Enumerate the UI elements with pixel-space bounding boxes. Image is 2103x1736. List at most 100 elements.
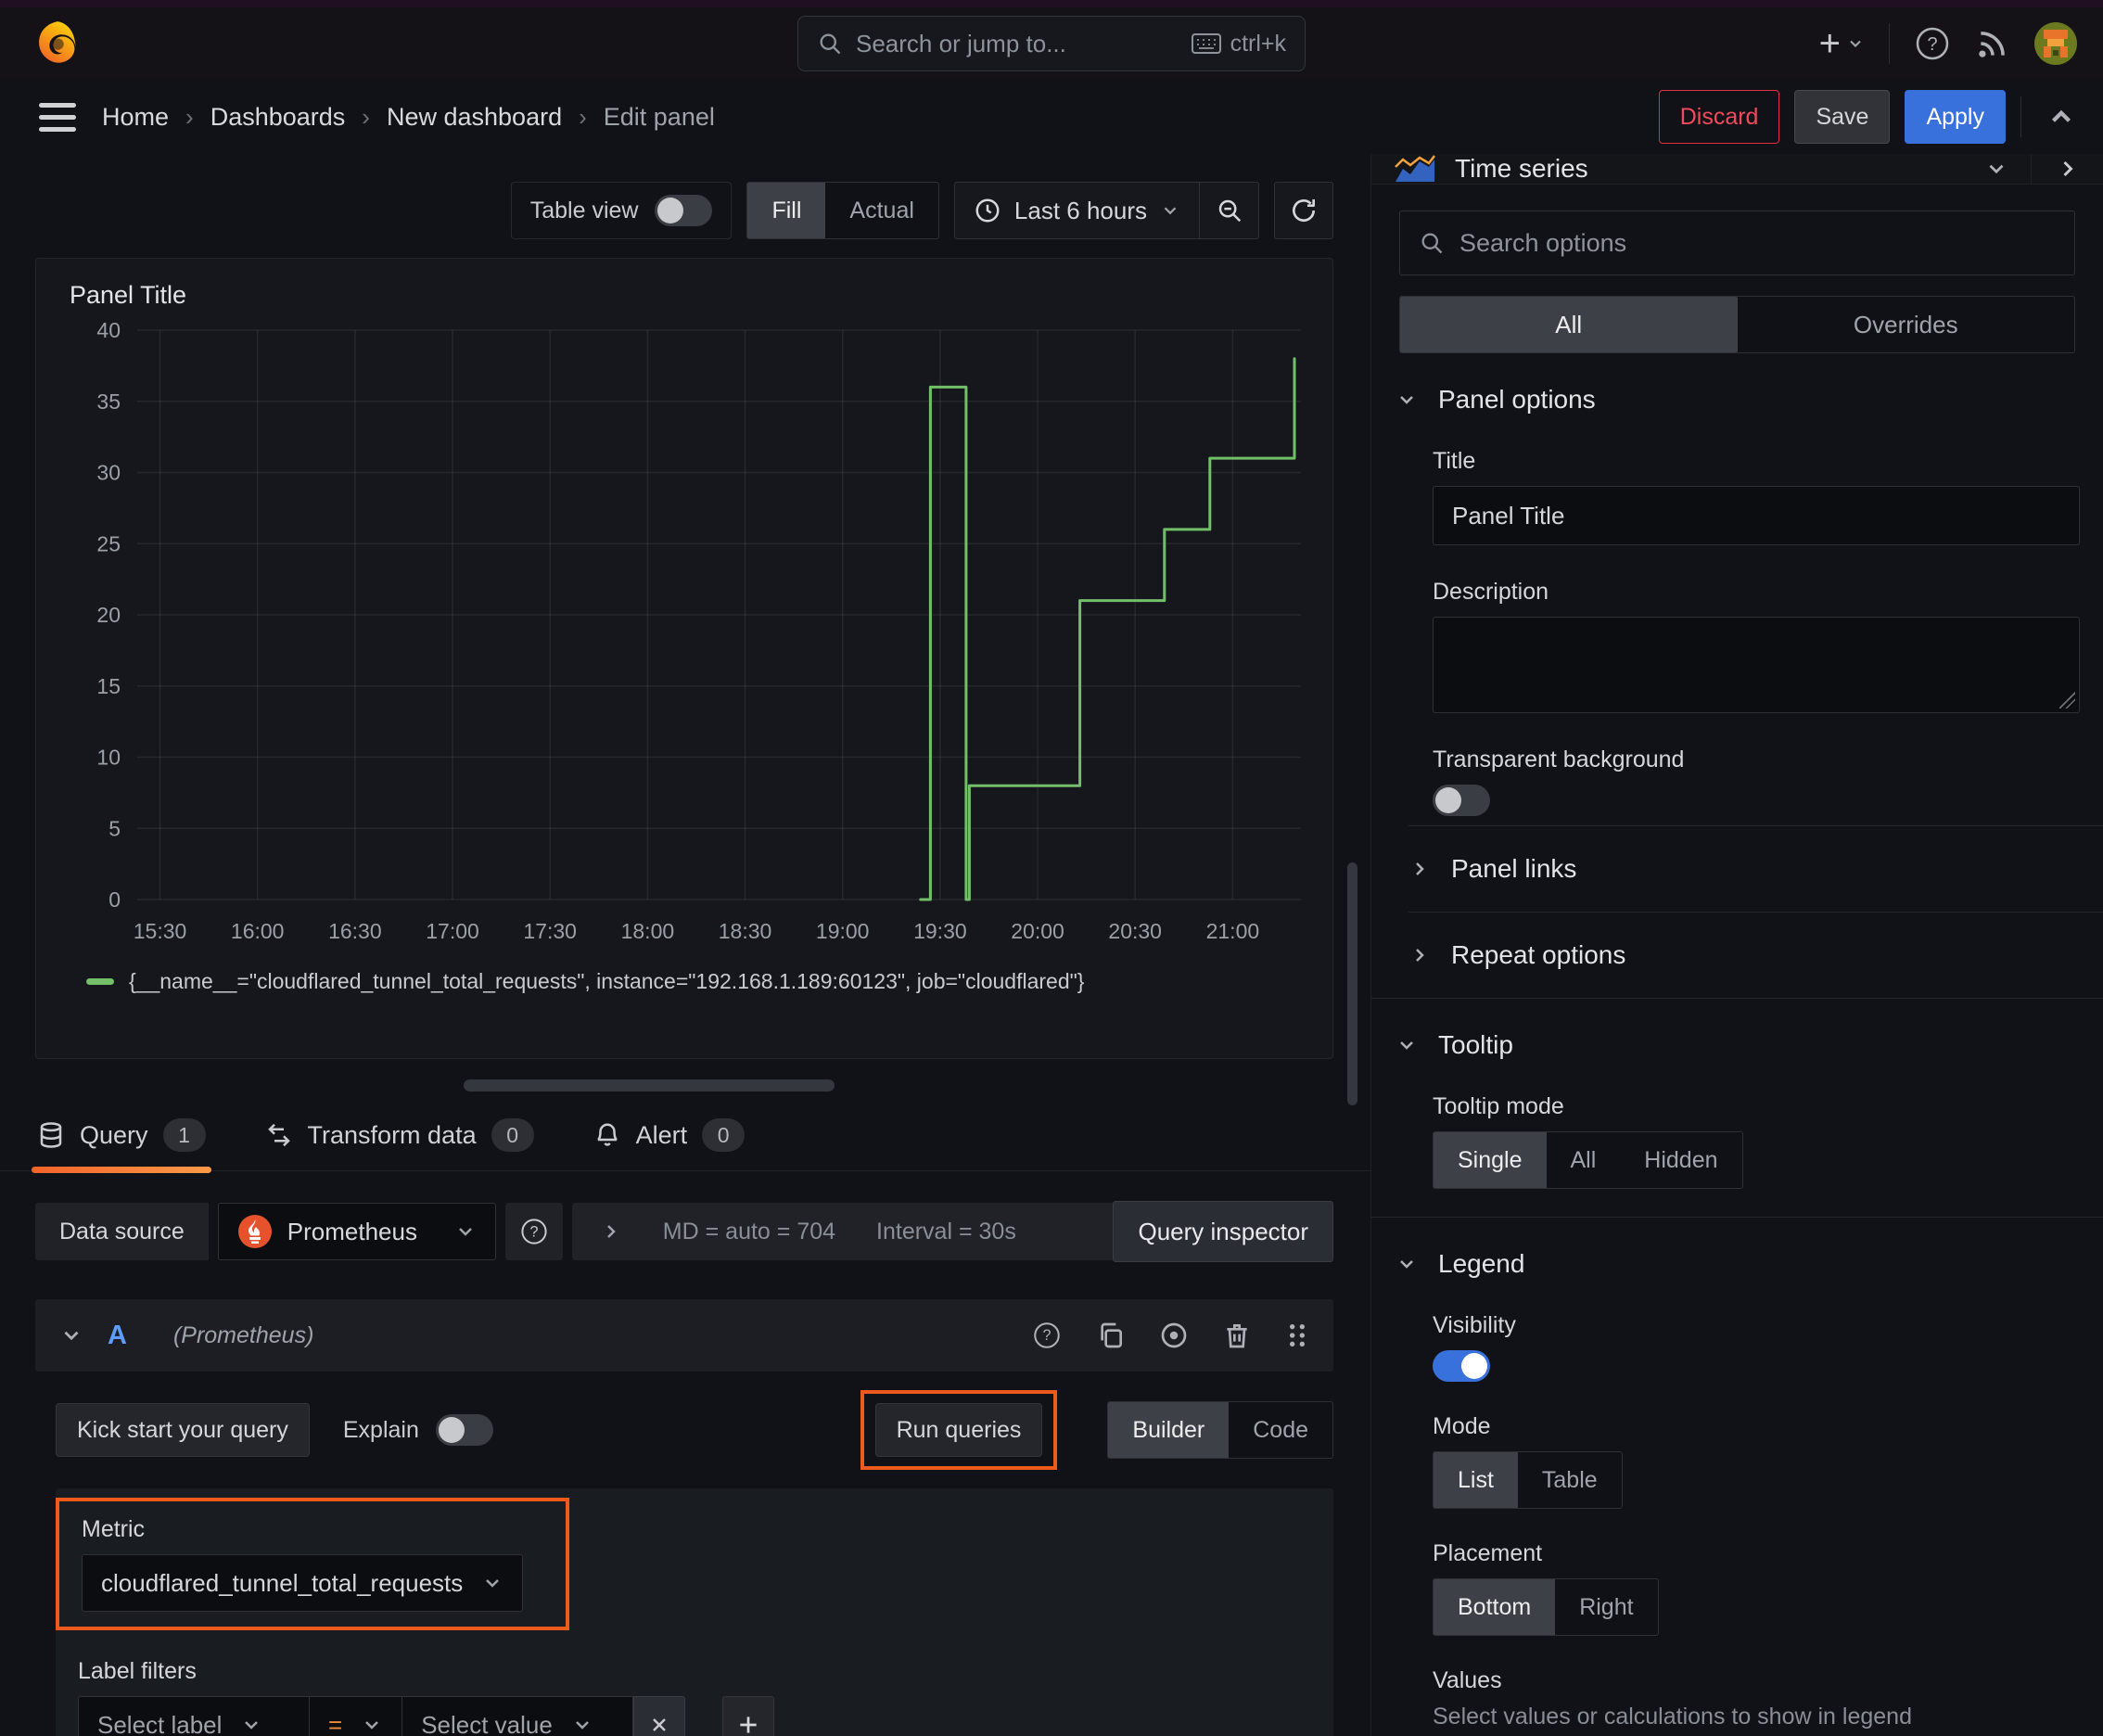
kick-start-query-button[interactable]: Kick start your query: [56, 1403, 310, 1457]
tooltip-section: Tooltip Tooltip mode Single All Hidden: [1371, 998, 2103, 1218]
svg-text:15:30: 15:30: [134, 919, 187, 943]
actual-option[interactable]: Actual: [825, 183, 937, 238]
legend-series-swatch: [86, 978, 114, 985]
legend-section-header[interactable]: Legend: [1396, 1249, 2103, 1279]
builder-option[interactable]: Builder: [1108, 1402, 1230, 1458]
clock-icon: [975, 198, 1000, 223]
chart-canvas[interactable]: 0 5 10 15 20 25 30 35 40 15:30 16:00 16:30 17:00 17:3…: [49, 313, 1312, 955]
breadcrumb-new-dashboard[interactable]: New dashboard: [387, 103, 562, 132]
user-avatar[interactable]: [2034, 22, 2077, 65]
operator-dropdown[interactable]: =: [310, 1696, 402, 1736]
help-icon[interactable]: ?: [1914, 25, 1951, 62]
explain-control: Explain: [343, 1414, 493, 1446]
breadcrumb-bar: Home › Dashboards › New dashboard › Edit…: [0, 80, 2103, 154]
svg-text:16:00: 16:00: [231, 919, 285, 943]
breadcrumb-separator: ›: [579, 102, 587, 131]
datasource-help-button[interactable]: ?: [504, 1203, 563, 1260]
time-range-label: Last 6 hours: [1013, 196, 1147, 224]
tooltip-mode-hidden[interactable]: Hidden: [1620, 1132, 1741, 1188]
svg-text:19:30: 19:30: [913, 919, 967, 943]
svg-text:35: 35: [96, 389, 121, 414]
tooltip-section-header[interactable]: Tooltip: [1396, 1030, 2103, 1060]
grafana-logo[interactable]: [33, 19, 82, 68]
chevron-down-icon: [486, 1579, 500, 1588]
repeat-options-section-header[interactable]: Repeat options: [1408, 913, 2103, 998]
breadcrumb-home[interactable]: Home: [102, 103, 169, 132]
query-datasource-hint: (Prometheus): [172, 1321, 314, 1348]
menu-toggle-icon[interactable]: [39, 102, 76, 132]
add-new-button[interactable]: +: [1819, 25, 1865, 62]
select-value-dropdown[interactable]: Select value: [401, 1696, 634, 1736]
delete-query-trash-icon[interactable]: [1222, 1321, 1252, 1350]
query-row-header[interactable]: A (Prometheus) ?: [35, 1299, 1333, 1372]
news-rss-icon[interactable]: [1975, 26, 2010, 61]
metric-select[interactable]: cloudflared_tunnel_total_requests: [82, 1554, 524, 1612]
description-textarea[interactable]: [1433, 617, 2080, 713]
panel-links-section-header[interactable]: Panel links: [1408, 825, 2103, 913]
visualization-select[interactable]: Time series: [1371, 154, 2031, 184]
editor-tabs: Query 1 Transform data 0 Alert 0: [0, 1091, 1370, 1173]
save-button[interactable]: Save: [1794, 90, 1891, 144]
legend-mode-table[interactable]: Table: [1518, 1452, 1622, 1508]
duplicate-query-icon[interactable]: [1096, 1321, 1126, 1350]
tab-alert[interactable]: Alert 0: [593, 1118, 746, 1170]
fill-actual-switch: Fill Actual: [746, 182, 939, 239]
metric-label: Metric: [82, 1516, 146, 1542]
close-icon: [653, 1718, 667, 1731]
tab-transform-data[interactable]: Transform data 0: [265, 1118, 534, 1170]
tooltip-mode-all[interactable]: All: [1547, 1132, 1621, 1188]
explain-toggle[interactable]: [435, 1414, 493, 1446]
remove-filter-button[interactable]: [633, 1696, 686, 1736]
legend-visibility-toggle[interactable]: [1433, 1350, 1490, 1382]
tab-overrides[interactable]: Overrides: [1738, 297, 2075, 352]
query-inspector-button[interactable]: Query inspector: [1113, 1201, 1333, 1262]
global-search-input[interactable]: Search or jump to... ctrl+k: [797, 16, 1306, 71]
chevron-down-icon: [1989, 164, 2004, 174]
tab-all-options[interactable]: All: [1400, 297, 1738, 352]
chart-legend[interactable]: {__name__="cloudflared_tunnel_total_requ…: [49, 960, 1314, 994]
options-search-input[interactable]: Search options: [1399, 211, 2075, 275]
query-toolbar: Kick start your query Explain Run querie…: [35, 1372, 1333, 1470]
add-filter-button[interactable]: [722, 1696, 775, 1736]
legend-placement-right[interactable]: Right: [1555, 1579, 1657, 1635]
collapse-sidebar-button[interactable]: [2031, 154, 2103, 184]
svg-text:17:30: 17:30: [523, 919, 577, 943]
apply-button[interactable]: Apply: [1905, 90, 2006, 144]
transform-count-badge: 0: [491, 1118, 534, 1152]
select-label-dropdown[interactable]: Select label: [78, 1696, 310, 1736]
panel-resize-handle[interactable]: [464, 1079, 835, 1091]
tab-alert-label: Alert: [635, 1120, 688, 1149]
tooltip-mode-single[interactable]: Single: [1434, 1132, 1547, 1188]
discard-button[interactable]: Discard: [1658, 90, 1780, 144]
legend-series-name[interactable]: {__name__="cloudflared_tunnel_total_requ…: [129, 969, 1084, 994]
collapse-options-chevron-up-icon[interactable]: [2046, 101, 2077, 133]
code-option[interactable]: Code: [1229, 1402, 1332, 1458]
resize-grip-icon[interactable]: [2058, 692, 2075, 708]
title-field-label: Title: [1433, 448, 1476, 474]
table-view-toggle[interactable]: [655, 195, 713, 226]
legend-mode-list[interactable]: List: [1434, 1452, 1518, 1508]
disable-query-eye-icon[interactable]: [1159, 1321, 1189, 1350]
legend-placement-bottom[interactable]: Bottom: [1434, 1579, 1556, 1635]
time-range-button[interactable]: Last 6 hours: [955, 183, 1199, 238]
table-view-control: Table view: [510, 182, 733, 239]
run-queries-button[interactable]: Run queries: [874, 1403, 1043, 1457]
chevron-down-icon[interactable]: [59, 1323, 83, 1347]
fill-option[interactable]: Fill: [747, 183, 826, 238]
panel-options-section-header[interactable]: Panel options: [1396, 385, 2103, 415]
breadcrumb-dashboards[interactable]: Dashboards: [210, 103, 346, 132]
time-range-picker: Last 6 hours: [953, 182, 1259, 239]
metric-value: cloudflared_tunnel_total_requests: [101, 1568, 464, 1597]
query-help-icon[interactable]: ?: [1031, 1320, 1063, 1351]
legend-placement-switch: Bottom Right: [1433, 1578, 1659, 1636]
transparent-background-toggle[interactable]: [1433, 785, 1490, 816]
tab-query[interactable]: Query 1: [32, 1118, 211, 1173]
refresh-button[interactable]: [1274, 182, 1333, 239]
chevron-down-icon: [458, 1228, 472, 1236]
drag-handle-icon[interactable]: [1285, 1321, 1309, 1350]
main-scrollbar-thumb[interactable]: [1347, 862, 1357, 1105]
zoom-out-time-button[interactable]: [1199, 183, 1258, 238]
svg-text:5: 5: [108, 816, 121, 840]
datasource-picker[interactable]: Prometheus: [217, 1203, 496, 1260]
panel-title-input[interactable]: [1433, 486, 2080, 545]
